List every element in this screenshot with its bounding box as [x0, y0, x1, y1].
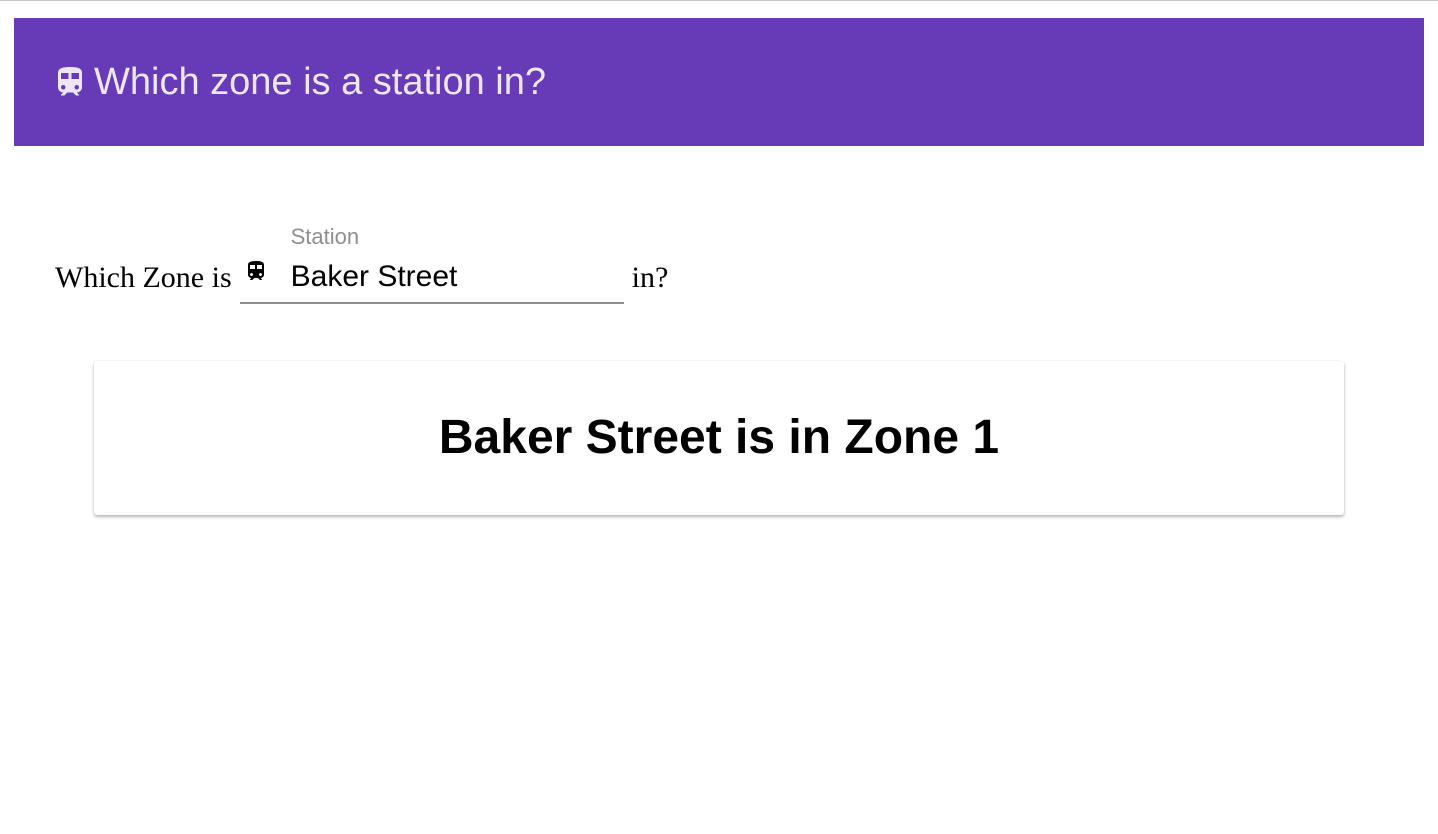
- zone-question: Which Zone is Station in?: [55, 215, 668, 305]
- result-card: Baker Street is in Zone 1: [94, 361, 1344, 515]
- train-icon: [244, 257, 268, 285]
- page-title: Which zone is a station in?: [94, 60, 547, 103]
- train-icon: [52, 63, 88, 101]
- station-field-label: Station: [290, 224, 360, 249]
- question-prefix: Which Zone is: [55, 261, 232, 294]
- question-suffix: in?: [631, 261, 669, 294]
- app-toolbar: Which zone is a station in?: [14, 18, 1424, 146]
- station-field-underline: [239, 302, 624, 304]
- result-heading: Baker Street is in Zone 1: [438, 410, 1000, 464]
- station-input[interactable]: [288, 257, 613, 297]
- station-field[interactable]: Station: [239, 221, 624, 305]
